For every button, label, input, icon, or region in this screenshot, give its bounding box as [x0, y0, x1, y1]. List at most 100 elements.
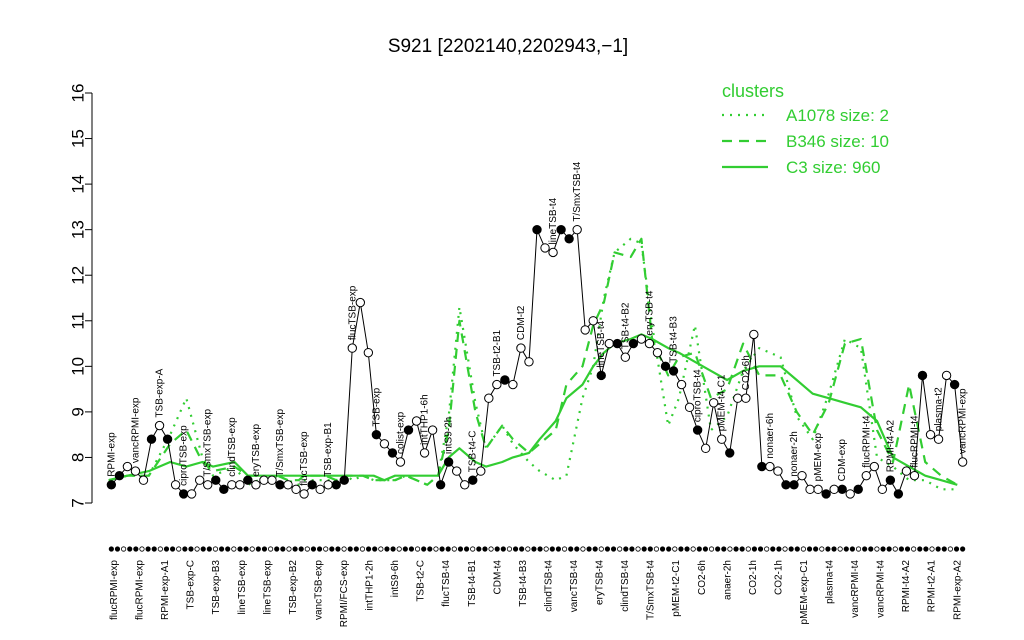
data-point — [315, 484, 325, 495]
rug-mark — [849, 546, 856, 552]
rug-mark — [568, 546, 574, 552]
rug-mark — [788, 546, 794, 552]
data-point — [805, 484, 815, 495]
x-tick-label: CDM-t4 — [492, 560, 503, 595]
rug-mark — [892, 546, 898, 552]
x-tick-label: CO2-6h — [697, 560, 708, 595]
y-tick-label: 14 — [69, 175, 88, 194]
point-label: pMEM-exp — [813, 433, 824, 482]
rug-mark — [182, 546, 188, 552]
point-label: nonaer-6h — [765, 413, 776, 459]
x-tick-label: T/SmxTSB-t4 — [646, 560, 657, 620]
point-label: flucTSB-exp — [299, 431, 310, 486]
rug-mark — [378, 546, 384, 552]
rug-mark — [445, 546, 451, 552]
rug-mark — [543, 546, 549, 552]
x-tick-label: pMEM-t2-C1 — [671, 560, 682, 617]
rug-mark — [586, 546, 592, 552]
data-point — [548, 247, 558, 258]
rug-mark — [525, 546, 531, 552]
rug-mark — [776, 546, 782, 552]
x-tick-label: vancRPMI-t4 — [850, 560, 861, 618]
data-point — [725, 448, 735, 458]
rug-mark — [176, 546, 182, 552]
rug-mark — [696, 546, 702, 552]
rug-mark — [598, 546, 604, 552]
data-point — [363, 347, 374, 358]
data-point — [676, 379, 687, 390]
rug-mark — [715, 546, 721, 552]
x-tick-label: pMEM-exp-C1 — [799, 560, 810, 625]
rug-mark — [770, 546, 776, 552]
rug-mark — [316, 546, 323, 552]
data-point — [235, 480, 245, 490]
x-tick-label: RPMI-t2-A1 — [927, 560, 938, 613]
data-point — [668, 366, 679, 376]
rug-mark — [623, 546, 629, 552]
rug-mark — [813, 546, 819, 552]
data-point — [757, 461, 767, 472]
data-point — [371, 429, 382, 440]
rug-mark — [206, 546, 212, 552]
point-label: flucRPMI-t4 — [861, 415, 872, 468]
rug-mark — [439, 546, 445, 552]
point-connector-line — [111, 228, 964, 496]
data-point — [837, 484, 847, 495]
point-label: lineTSB-t4 — [548, 197, 559, 244]
data-point — [773, 466, 783, 476]
rug-mark — [145, 546, 151, 552]
rug-mark — [617, 546, 623, 552]
x-tick-label: clindTSB-t4 — [620, 560, 631, 612]
rug-mark — [800, 546, 807, 552]
rug-mark — [721, 546, 727, 552]
rug-mark — [353, 546, 359, 552]
x-tick-label: RPMI-exp-A2 — [952, 560, 963, 620]
data-point — [443, 457, 454, 467]
rug-mark — [329, 546, 335, 552]
data-point — [468, 475, 478, 485]
point-label: intS9-2h — [444, 417, 455, 454]
x-tick-label: plasma-t4 — [825, 560, 836, 604]
data-point — [419, 448, 430, 458]
data-point — [219, 484, 229, 495]
rug-mark — [782, 546, 788, 552]
rug-mark — [549, 546, 555, 552]
x-tick-label: RPMI-exp-A1 — [160, 560, 171, 620]
data-point — [692, 425, 703, 435]
x-tick-label: intTHP1-2h — [365, 560, 376, 611]
rug-mark — [727, 546, 733, 552]
point-label: nonaer-2h — [789, 431, 800, 477]
point-label: intTHP1-6h — [420, 394, 431, 445]
data-point — [524, 357, 534, 367]
x-tick-label: flucRPMI-exp — [135, 560, 146, 620]
rug-mark — [929, 546, 935, 552]
rug-mark — [733, 546, 739, 552]
data-point — [957, 457, 968, 467]
rug-mark — [862, 546, 868, 552]
rug-mark — [470, 546, 476, 552]
rug-mark — [372, 546, 378, 552]
point-label: vancRPMI-exp — [130, 397, 141, 463]
rug-mark — [255, 546, 261, 552]
x-tick-label: vancRPMI-t4 — [876, 560, 887, 618]
rug-mark — [427, 546, 433, 552]
y-tick-label: 11 — [69, 312, 88, 330]
data-point — [154, 420, 165, 431]
point-label: T/SmxTSB-exp — [275, 409, 286, 477]
rug-mark — [904, 546, 911, 552]
data-point — [572, 224, 582, 235]
rug-mark — [819, 546, 825, 552]
point-label: pMEM-t4-C1 — [717, 374, 728, 431]
chart: S921 [2202140,2202943,−1] 7 8 9 10 11 12 13 14 1… — [69, 36, 969, 627]
y-tick-label: 12 — [69, 266, 88, 285]
data-point — [941, 370, 952, 381]
rug-mark — [451, 546, 457, 552]
data-point — [130, 466, 141, 476]
rug-mark — [457, 546, 464, 552]
rug-mark — [194, 546, 200, 552]
rug-mark — [231, 546, 237, 552]
data-point — [933, 434, 944, 444]
x-tick-label: flucRPMI-exp — [109, 560, 120, 620]
data-point — [323, 480, 333, 490]
data-point — [186, 489, 197, 499]
